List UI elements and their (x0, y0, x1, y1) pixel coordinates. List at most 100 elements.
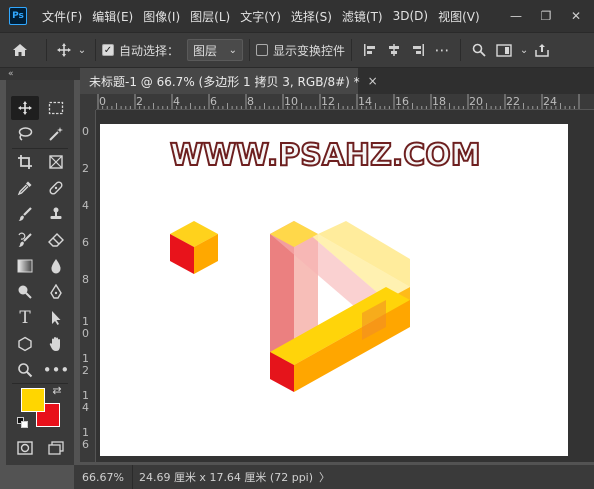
align-right-icon[interactable] (406, 43, 430, 57)
show-transform-label: 显示变换控件 (273, 43, 346, 58)
gradient-tool-icon[interactable] (11, 254, 39, 278)
minimize-button[interactable]: — (510, 9, 522, 23)
history-brush-tool-icon[interactable] (11, 228, 39, 252)
screen-mode-icon[interactable] (42, 436, 70, 460)
ruler-label: 2 (82, 364, 89, 377)
document-tab-bar: 未标题-1 @ 66.7% (多边形 1 拷贝 3, RGB/8#) * × (80, 68, 594, 94)
canvas[interactable]: WWW.PSAHZ.COM (100, 124, 568, 456)
auto-select-label: 自动选择： (119, 43, 180, 58)
ruler-label: 2 (82, 162, 89, 175)
close-button[interactable]: ✕ (570, 9, 582, 23)
ruler-label: 6 (210, 95, 217, 108)
align-center-icon[interactable] (382, 43, 406, 57)
separator (12, 148, 68, 149)
zoom-tool-icon[interactable] (11, 358, 39, 382)
ruler-label: 8 (247, 95, 254, 108)
healing-brush-tool-icon[interactable] (42, 176, 70, 200)
ruler-label: 24 (543, 95, 557, 108)
eyedropper-tool-icon[interactable] (11, 176, 39, 200)
menu-3d[interactable]: 3D(D) (388, 9, 433, 23)
document-workspace[interactable]: WWW.PSAHZ.COM (96, 110, 594, 462)
ruler-label: 6 (82, 438, 89, 451)
horizontal-ruler[interactable]: 0 2 4 6 8 10 12 14 16 18 20 22 24 (96, 94, 594, 110)
ruler-label: 1 (82, 426, 89, 439)
eraser-tool-icon[interactable] (42, 228, 70, 252)
close-tab-icon[interactable]: × (368, 74, 378, 88)
polygon-tool-icon[interactable] (11, 332, 39, 356)
more-tools-icon[interactable]: ••• (42, 358, 70, 382)
auto-select-checkbox[interactable]: ✓ (102, 44, 114, 56)
options-bar: ⌄ ✓ 自动选择： 图层 ⌄ 显示变换控件 ⋯ ⌄ (0, 32, 594, 68)
share-icon[interactable] (531, 43, 553, 57)
lasso-tool-icon[interactable] (11, 122, 39, 146)
ruler-label: 6 (82, 236, 89, 249)
separator (351, 39, 353, 61)
status-bar: 66.67% 24.69 厘米 x 17.64 厘米 (72 ppi) 〉 (74, 465, 594, 489)
document-tab[interactable]: 未标题-1 @ 66.7% (多边形 1 拷贝 3, RGB/8#) * × (80, 68, 378, 94)
restore-button[interactable]: ❐ (540, 9, 552, 23)
menu-file[interactable]: 文件(F) (37, 8, 87, 25)
quick-mask-icon[interactable] (11, 436, 39, 460)
menu-filter[interactable]: 滤镜(T) (337, 8, 388, 25)
crop-tool-icon[interactable] (11, 150, 39, 174)
clone-stamp-tool-icon[interactable] (42, 202, 70, 226)
chevron-down-icon[interactable]: ⌄ (517, 45, 531, 56)
ruler-label: 16 (395, 95, 409, 108)
menu-layer[interactable]: 图层(L) (185, 8, 235, 25)
menu-select[interactable]: 选择(S) (286, 8, 337, 25)
marquee-tool-icon[interactable] (42, 96, 70, 120)
blur-tool-icon[interactable] (42, 254, 70, 278)
ruler-label: 10 (284, 95, 298, 108)
path-selection-tool-icon[interactable] (42, 306, 70, 330)
pen-tool-icon[interactable] (42, 280, 70, 304)
brush-tool-icon[interactable] (11, 202, 39, 226)
panel-collapse-toggle[interactable]: « (0, 68, 80, 80)
menu-edit[interactable]: 编辑(E) (87, 8, 138, 25)
impossible-triangle (270, 221, 410, 392)
document-tab-title: 未标题-1 @ 66.7% (多边形 1 拷贝 3, RGB/8#) * (89, 74, 360, 89)
menu-image[interactable]: 图像(I) (138, 8, 185, 25)
ruler-label: 12 (321, 95, 335, 108)
ruler-label: 4 (82, 401, 89, 414)
move-tool-icon[interactable] (11, 96, 39, 120)
hand-tool-icon[interactable] (42, 332, 70, 356)
zoom-level-field[interactable]: 66.67% (74, 465, 133, 489)
home-icon[interactable] (0, 43, 40, 57)
separator (460, 39, 462, 61)
dodge-tool-icon[interactable] (11, 280, 39, 304)
ruler-label: 0 (82, 125, 89, 138)
auto-select-target-value: 图层 (193, 43, 218, 58)
vertical-ruler[interactable]: 0 2 4 6 8 1 0 1 2 1 4 1 6 (80, 110, 96, 462)
ruler-label: 0 (99, 95, 106, 108)
ruler-label: 22 (506, 95, 520, 108)
default-colors-icon[interactable] (16, 416, 28, 428)
menu-view[interactable]: 视图(V) (433, 8, 485, 25)
magic-wand-tool-icon[interactable] (42, 122, 70, 146)
show-transform-checkbox[interactable] (256, 44, 269, 56)
ruler-origin[interactable] (80, 94, 96, 110)
more-options-icon[interactable]: ⋯ (430, 41, 454, 59)
auto-select-target-dropdown[interactable]: 图层 ⌄ (187, 39, 244, 61)
status-menu-arrow-icon[interactable]: 〉 (319, 469, 330, 485)
chevron-down-icon[interactable]: ⌄ (75, 45, 89, 56)
separator (46, 39, 47, 61)
chevron-down-icon: ⌄ (228, 44, 238, 56)
foreground-color-swatch[interactable] (21, 388, 45, 412)
menu-bar: Ps 文件(F) 编辑(E) 图像(I) 图层(L) 文字(Y) 选择(S) 滤… (0, 0, 594, 32)
frame-tool-icon[interactable] (42, 150, 70, 174)
align-left-icon[interactable] (358, 43, 382, 57)
menu-type[interactable]: 文字(Y) (235, 8, 286, 25)
ruler-label: 14 (358, 95, 372, 108)
ruler-label: 18 (432, 95, 446, 108)
ruler-label: 4 (173, 95, 180, 108)
workspace-icon[interactable] (491, 43, 517, 57)
move-tool-icon[interactable] (53, 42, 75, 58)
ruler-label: 4 (82, 199, 89, 212)
separator (95, 39, 96, 61)
ruler-label: 20 (469, 95, 483, 108)
type-tool-icon[interactable]: T (11, 306, 39, 330)
ruler-label: 1 (82, 352, 89, 365)
swap-colors-icon[interactable]: ⇄ (50, 383, 64, 397)
search-icon[interactable] (467, 43, 491, 57)
ruler-label: 1 (82, 315, 89, 328)
